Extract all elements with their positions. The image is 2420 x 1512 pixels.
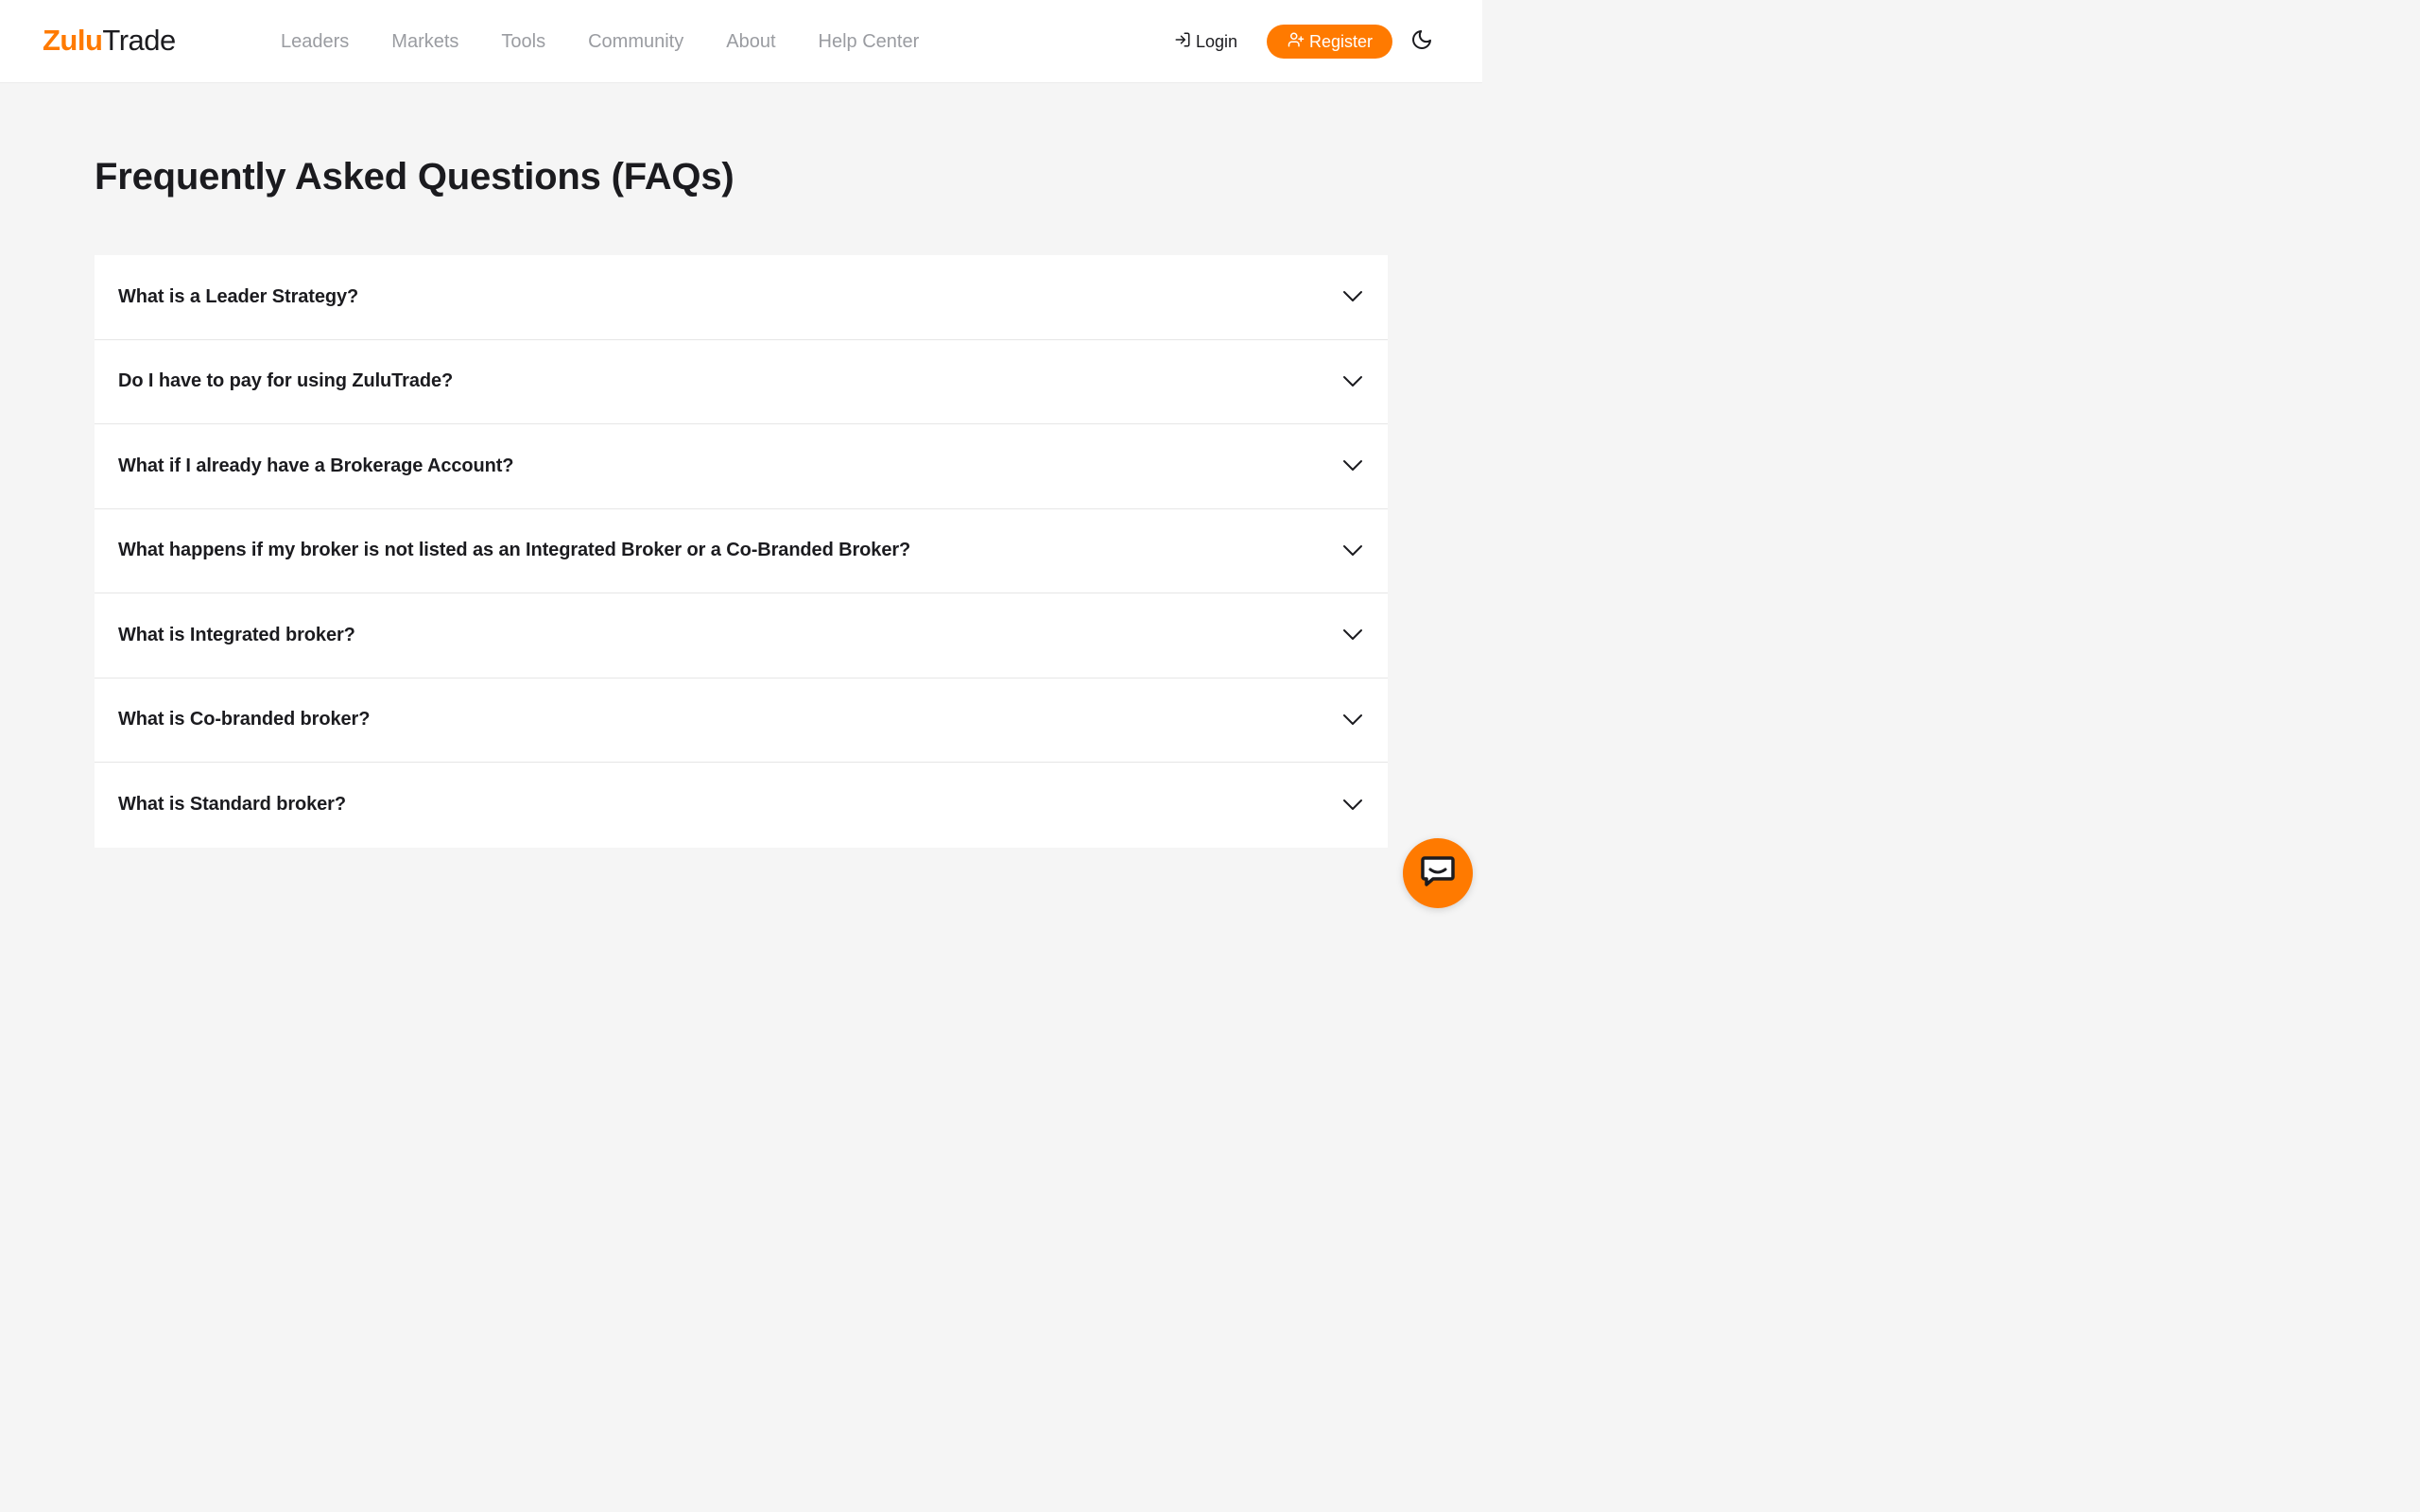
- chevron-down-icon: [1341, 540, 1364, 562]
- faq-item-broker-not-listed[interactable]: What happens if my broker is not listed …: [95, 509, 1388, 593]
- faq-item-standard-broker[interactable]: What is Standard broker?: [95, 763, 1388, 848]
- theme-toggle-button[interactable]: [1409, 29, 1434, 54]
- page-title: Frequently Asked Questions (FAQs): [95, 156, 735, 198]
- faq-item-leader-strategy[interactable]: What is a Leader Strategy?: [95, 255, 1388, 340]
- nav-community[interactable]: Community: [588, 26, 683, 57]
- logo-zulu-text: Zulu: [43, 23, 103, 57]
- chevron-down-icon: [1341, 285, 1364, 308]
- login-button[interactable]: Login: [1174, 26, 1237, 57]
- nav-markets[interactable]: Markets: [391, 26, 458, 57]
- faq-item-integrated-broker[interactable]: What is Integrated broker?: [95, 593, 1388, 679]
- logo-trade-text: Trade: [102, 23, 176, 57]
- chevron-down-icon: [1341, 794, 1364, 816]
- faq-question: What happens if my broker is not listed …: [118, 540, 911, 561]
- faq-question: What is Co-branded broker?: [118, 709, 371, 730]
- user-plus-icon: [1287, 31, 1305, 53]
- faq-question: What if I already have a Brokerage Accou…: [118, 455, 514, 476]
- chat-icon: [1420, 854, 1456, 893]
- main-nav: Leaders Markets Tools Community About He…: [281, 26, 961, 57]
- nav-about[interactable]: About: [726, 26, 775, 57]
- faq-item-pay-for-zulutrade[interactable]: Do I have to pay for using ZuluTrade?: [95, 340, 1388, 424]
- nav-tools[interactable]: Tools: [501, 26, 545, 57]
- faq-item-co-branded-broker[interactable]: What is Co-branded broker?: [95, 679, 1388, 763]
- register-button[interactable]: Register: [1267, 25, 1392, 59]
- login-label: Login: [1196, 31, 1238, 51]
- faq-item-brokerage-account[interactable]: What if I already have a Brokerage Accou…: [95, 424, 1388, 509]
- chevron-down-icon: [1341, 709, 1364, 731]
- top-navigation-bar: Zulu Trade Leaders Markets Tools Communit…: [0, 0, 1482, 83]
- register-label: Register: [1308, 31, 1374, 51]
- chevron-down-icon: [1341, 370, 1364, 393]
- nav-leaders[interactable]: Leaders: [281, 26, 349, 57]
- zulutrade-logo[interactable]: Zulu Trade: [43, 21, 176, 59]
- nav-help-center[interactable]: Help Center: [819, 26, 920, 57]
- faq-accordion: What is a Leader Strategy? Do I have to …: [95, 255, 1388, 848]
- live-chat-button[interactable]: [1403, 838, 1473, 908]
- chevron-down-icon: [1341, 455, 1364, 477]
- faq-question: Do I have to pay for using ZuluTrade?: [118, 370, 454, 392]
- faq-question: What is Integrated broker?: [118, 624, 355, 645]
- faq-question: What is Standard broker?: [118, 794, 346, 816]
- chevron-down-icon: [1341, 624, 1364, 646]
- moon-icon: [1410, 28, 1433, 56]
- faq-question: What is a Leader Strategy?: [118, 285, 359, 307]
- login-icon: [1174, 31, 1191, 53]
